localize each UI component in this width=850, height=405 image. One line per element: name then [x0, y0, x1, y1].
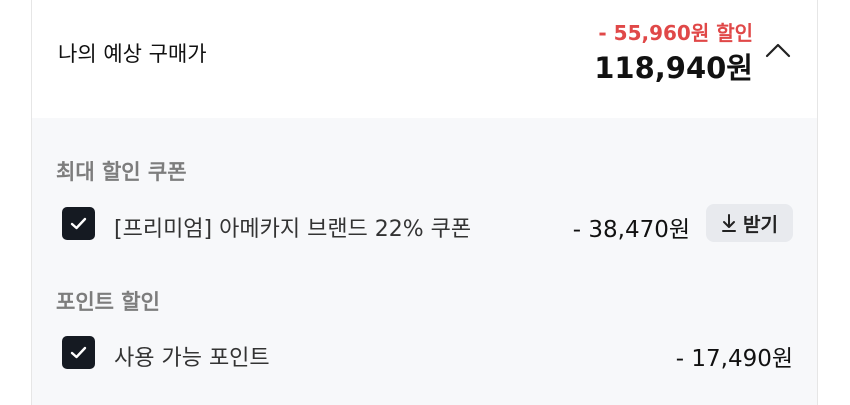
coupon-section-title: 최대 할인 쿠폰 — [56, 160, 187, 184]
download-icon — [722, 214, 737, 232]
check-icon — [70, 346, 87, 359]
coupon-checkbox[interactable] — [62, 207, 95, 240]
coupon-discount-amount: - 38,470원 — [572, 217, 690, 243]
point-checkbox[interactable] — [62, 336, 95, 369]
expected-price-label: 나의 예상 구매가 — [58, 42, 207, 66]
point-section-title: 포인트 할인 — [56, 290, 160, 314]
price-summary-panel: 나의 예상 구매가 - 55,960원 할인 118,940원 최대 할인 쿠폰… — [31, 0, 818, 405]
check-icon — [70, 217, 87, 230]
point-label: 사용 가능 포인트 — [114, 346, 270, 371]
discount-details: 최대 할인 쿠폰 [프리미엄] 아메카지 브랜드 22% 쿠폰 - 38,470… — [32, 118, 817, 405]
coupon-name: [프리미엄] 아메카지 브랜드 22% 쿠폰 — [114, 217, 472, 242]
price-block: - 55,960원 할인 118,940원 — [594, 18, 753, 88]
price-summary-header[interactable]: 나의 예상 구매가 - 55,960원 할인 118,940원 — [32, 0, 817, 118]
total-discount: - 55,960원 할인 — [598, 21, 753, 45]
point-discount-amount: - 17,490원 — [675, 346, 793, 372]
chevron-up-icon[interactable] — [765, 42, 791, 58]
final-price: 118,940원 — [594, 51, 753, 85]
point-row: 사용 가능 포인트 - 17,490원 — [62, 333, 793, 373]
get-coupon-button[interactable]: 받기 — [706, 204, 793, 242]
coupon-row: [프리미엄] 아메카지 브랜드 22% 쿠폰 - 38,470원 받기 — [62, 204, 793, 244]
get-coupon-label: 받기 — [743, 213, 778, 236]
